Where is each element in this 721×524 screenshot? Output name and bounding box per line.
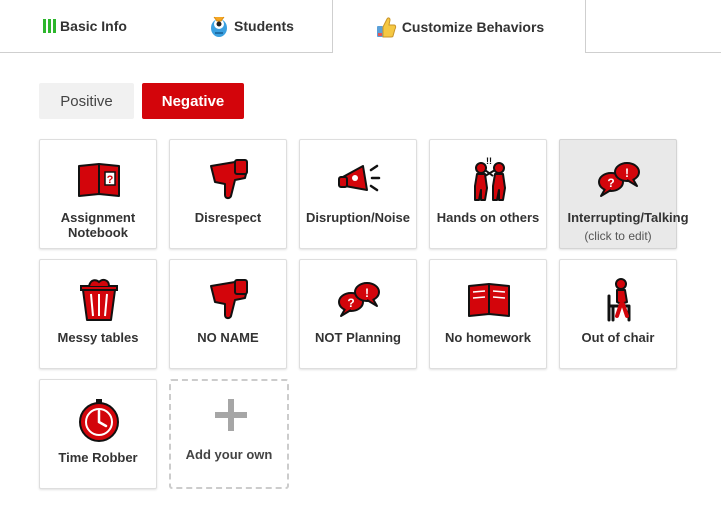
behavior-label: Disrespect — [194, 210, 262, 225]
behavior-label: Interrupting/Talking — [567, 210, 689, 225]
svg-text:?: ? — [107, 174, 114, 186]
negative-button[interactable]: Negative — [142, 83, 244, 119]
behavior-label: NO NAME — [197, 330, 259, 345]
behavior-label: Hands on others — [436, 210, 540, 225]
thumbs-down-icon — [210, 159, 248, 200]
svg-text:!!: !! — [486, 156, 492, 166]
behavior-card-disruption-noise[interactable]: Disruption/Noise — [299, 139, 417, 249]
thumbs-down-icon — [210, 279, 248, 320]
behavior-card-not-planning[interactable]: ? ! NOT Planning — [299, 259, 417, 369]
tab-basic-info-label: Basic Info — [60, 18, 127, 34]
svg-text:!: ! — [625, 166, 629, 180]
behavior-label: Messy tables — [57, 330, 139, 345]
tab-students-label: Students — [234, 18, 294, 34]
add-your-own-label: Add your own — [185, 447, 273, 462]
behavior-card-interrupting-talking[interactable]: ? ! Interrupting/Talking (click to edit) — [559, 139, 689, 249]
megaphone-icon — [338, 164, 381, 192]
behavior-card-no-name[interactable]: NO NAME — [169, 259, 287, 369]
behavior-card-time-robber[interactable]: Time Robber — [39, 379, 157, 489]
tab-customize-label: Customize Behaviors — [401, 18, 545, 35]
svg-text:!: ! — [365, 286, 369, 300]
behavior-label: Assignment Notebook — [60, 210, 136, 240]
behavior-card-no-homework[interactable]: No homework — [429, 259, 547, 369]
book-question-icon: ? — [78, 163, 120, 197]
positive-button[interactable]: Positive — [39, 83, 134, 119]
clock-icon — [79, 399, 119, 442]
fighting-people-icon: !! — [474, 156, 506, 201]
book-open-icon — [468, 283, 510, 317]
behavior-card-hands-on-others[interactable]: !! Hands on others — [429, 139, 547, 249]
behavior-card-out-of-chair[interactable]: Out of chair — [559, 259, 677, 369]
behavior-label: NOT Planning — [315, 330, 401, 345]
chair-person-icon — [607, 278, 631, 322]
tab-customize-behaviors[interactable]: Customize Behaviors — [332, 0, 586, 53]
click-to-edit-hint: (click to edit) — [584, 229, 652, 243]
behavior-label: Disruption/Noise — [305, 210, 410, 225]
behavior-card-messy-tables[interactable]: Messy tables — [39, 259, 157, 369]
trash-can-icon — [80, 278, 118, 321]
monster-avatar-icon — [208, 13, 230, 39]
bars-icon — [43, 19, 57, 33]
tab-bar: Basic Info Students Customize Behaviors — [0, 0, 721, 53]
add-your-own-button[interactable]: Add your own — [169, 379, 289, 489]
behavior-label: No homework — [445, 330, 531, 345]
tab-students[interactable]: Students — [170, 0, 332, 52]
plus-icon — [215, 399, 247, 431]
behavior-card-disrespect[interactable]: Disrespect — [169, 139, 287, 249]
speech-bubbles-icon: ? ! — [338, 282, 380, 317]
speech-bubbles-icon: ? ! — [598, 162, 640, 197]
svg-text:?: ? — [607, 176, 614, 190]
behavior-label: Time Robber — [58, 450, 138, 465]
behavior-label: Out of chair — [581, 330, 655, 345]
behavior-card-assignment-notebook[interactable]: ? Assignment Notebook — [39, 139, 157, 249]
thumbs-up-icon — [374, 15, 398, 39]
svg-text:?: ? — [347, 296, 354, 310]
tab-basic-info[interactable]: Basic Info — [0, 0, 170, 52]
